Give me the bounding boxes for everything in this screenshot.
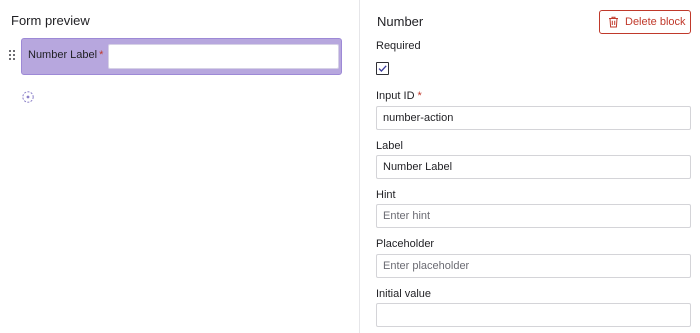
initial-value-label: Initial value: [376, 288, 432, 300]
trash-icon: [609, 16, 618, 28]
delete-block-label: Delete block: [625, 16, 686, 28]
number-field-block[interactable]: Number Label *: [21, 38, 342, 75]
drag-handle-icon[interactable]: [9, 50, 17, 62]
number-field-input[interactable]: [108, 44, 339, 69]
input-id-label-text: Input ID: [376, 90, 415, 102]
block-properties-panel: Number Delete block Required Input ID* L…: [360, 0, 700, 333]
number-field-label: Number Label *: [28, 49, 103, 61]
hint-field[interactable]: [376, 204, 691, 228]
input-id-field[interactable]: [376, 106, 691, 130]
required-mark: *: [99, 49, 104, 61]
form-preview-title: Form preview: [11, 13, 90, 28]
label-field[interactable]: [376, 155, 691, 179]
checkmark-icon: [378, 65, 387, 72]
label-label: Label: [376, 140, 403, 152]
delete-block-button[interactable]: Delete block: [599, 10, 691, 34]
hint-label: Hint: [376, 189, 396, 201]
block-type-title: Number: [377, 14, 424, 29]
input-id-required-mark: *: [417, 90, 422, 102]
add-block-icon[interactable]: [22, 90, 34, 103]
placeholder-field[interactable]: [376, 254, 691, 278]
form-builder: Form preview Number Label * Number Delet…: [0, 0, 700, 333]
number-field-label-text: Number Label: [28, 49, 98, 61]
required-checkbox[interactable]: [376, 62, 389, 75]
required-label: Required: [376, 40, 421, 52]
initial-value-field[interactable]: [376, 303, 691, 327]
placeholder-label: Placeholder: [376, 238, 435, 250]
input-id-label: Input ID *: [376, 90, 422, 102]
form-preview-panel: Form preview Number Label *: [0, 0, 359, 333]
